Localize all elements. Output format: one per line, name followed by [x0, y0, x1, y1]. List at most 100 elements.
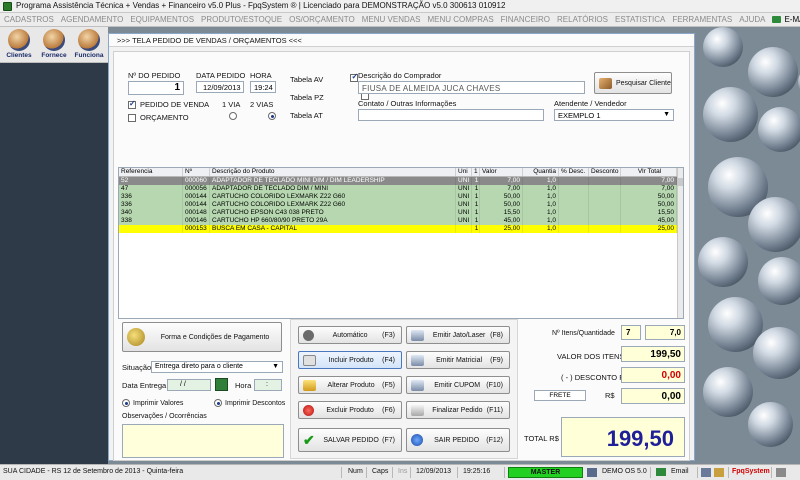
search-client-button[interactable]: Pesquisar Cliente [594, 72, 672, 94]
table-row[interactable]: 340 000148 CARTUCHO EPSON C43 038 PRETO UNI… [119, 209, 677, 217]
automatic-button[interactable]: Automático (F3) [298, 326, 402, 344]
edit-product-key: (F5) [382, 381, 395, 389]
table-cell: 000056 [183, 185, 210, 193]
supplier-icon [43, 29, 65, 51]
menu-ajuda[interactable]: AJUDA [739, 15, 765, 24]
print-laser-button[interactable]: Emitir Jato/Laser (F8) [406, 326, 510, 344]
col-perc-desc[interactable]: % Desc. [559, 168, 589, 176]
contact-label: Contato / Outras Informações [358, 99, 457, 108]
print-discounts-option[interactable]: Imprimir Descontos [214, 399, 285, 407]
menu-email[interactable]: E-MAIL [772, 15, 800, 24]
discount-field[interactable]: 0,00 [621, 367, 685, 383]
col-numero[interactable]: Nº [183, 168, 210, 176]
finish-order-button[interactable]: Finalizar Pedido (F11) [406, 401, 510, 419]
table-cell [589, 209, 621, 217]
menu-os-orcamento[interactable]: OS/ORÇAMENTO [289, 15, 355, 24]
exit-order-button[interactable]: SAIR PEDIDO (F12) [406, 428, 510, 452]
col-valor[interactable]: Valor [480, 168, 523, 176]
menu-financeiro[interactable]: FINANCEIRO [501, 15, 550, 24]
sales-order-label: PEDIDO DE VENDA [140, 100, 210, 109]
table-row[interactable]: 336 000144 CARTUCHO COLORIDO LEXMARK Z22 G… [119, 201, 677, 209]
automatic-icon [303, 329, 314, 341]
payment-conditions-button[interactable]: Forma e Condições de Pagamento [122, 322, 282, 352]
table-cell: 000153 [183, 225, 210, 233]
status-email[interactable]: Email [668, 467, 698, 478]
menu-cadastros[interactable]: CADASTROS [4, 15, 54, 24]
order-number-field[interactable]: 1 [128, 81, 184, 95]
col-vlr-total[interactable]: Vlr Total [621, 168, 677, 176]
grid-scrollbar[interactable] [677, 168, 683, 318]
printer-icon [411, 354, 424, 366]
freight-field[interactable]: 0,00 [621, 388, 685, 404]
table-row[interactable]: 47 000056 ADAPTADOR DE TECLADO DIM / MINI U… [119, 185, 677, 193]
email-icon[interactable] [656, 468, 666, 476]
table-cell: ADAPTADOR DE TECLADO DIM / MINI [210, 185, 456, 193]
payment-conditions-label: Forma e Condições de Pagamento [160, 333, 270, 341]
delete-product-key: (F6) [382, 406, 395, 414]
buyer-field[interactable]: FIUSA DE ALMEIDA JUCA CHAVES [358, 81, 585, 94]
situation-select[interactable]: Entrega direto para o cliente ▼ [151, 361, 283, 373]
save-order-key: (F7) [382, 436, 395, 444]
delete-product-button[interactable]: Excluir Produto (F6) [298, 401, 402, 419]
order-date-field[interactable]: 12/09/2013 [196, 81, 244, 93]
table-cell: 000146 [183, 217, 210, 225]
menu-relatorios[interactable]: RELATÓRIOS [557, 15, 608, 24]
col-quantia[interactable]: Quantia [523, 168, 559, 176]
menu-agendamento[interactable]: AGENDAMENTO [61, 15, 124, 24]
table-cell: CARTUCHO HP 660/80/90 PRETO 29A [210, 217, 456, 225]
order-time-field[interactable]: 19:24 [250, 81, 276, 93]
menu-vendas[interactable]: MENU VENDAS [362, 15, 421, 24]
print-values-radio[interactable] [122, 399, 130, 407]
tools-icon[interactable] [714, 468, 724, 477]
menu-compras[interactable]: MENU COMPRAS [427, 15, 493, 24]
salesperson-select[interactable]: EXEMPLO 1 ▼ [554, 109, 674, 121]
col-unidade[interactable]: Uni [456, 168, 472, 176]
col-referencia[interactable]: Referencia [119, 168, 183, 176]
print-values-option[interactable]: Imprimir Valores [122, 399, 183, 407]
col-1[interactable]: 1 [472, 168, 480, 176]
table-cell [559, 201, 589, 209]
sales-order-checkbox[interactable] [128, 99, 136, 109]
table-cell: CARTUCHO COLORIDO LEXMARK Z22 G60 [210, 193, 456, 201]
table-row[interactable]: 336 000144 CARTUCHO COLORIDO LEXMARK Z22 G… [119, 193, 677, 201]
table-row[interactable]: 52 000060 ADAPTADOR DE TECLADO MINI DIM / … [119, 177, 677, 185]
add-product-label: Incluir Produto [328, 356, 374, 364]
print-discounts-label: Imprimir Descontos [225, 399, 286, 407]
col-descricao[interactable]: Descrição do Produto [210, 168, 456, 176]
quote-checkbox[interactable] [128, 113, 136, 122]
table-cell [589, 193, 621, 201]
product-grid[interactable]: Referencia Nº Descrição do Produto Uni 1… [118, 167, 684, 319]
menu-estatistica[interactable]: ESTATISTICA [615, 15, 665, 24]
add-product-button[interactable]: Incluir Produto (F4) [298, 351, 402, 369]
delivery-date-field[interactable]: / / [167, 379, 211, 391]
table-cell: 15,50 [480, 209, 523, 217]
print-matrix-button[interactable]: Emitir Matricial (F9) [406, 351, 510, 369]
toolbar-fornecedores-button[interactable]: Fornece [37, 29, 71, 62]
delivery-time-field[interactable]: : [254, 379, 282, 391]
menu-equipamentos[interactable]: EQUIPAMENTOS [130, 15, 194, 24]
two-copies-radio[interactable] [268, 112, 277, 120]
notes-field[interactable] [122, 424, 284, 458]
quote-option[interactable]: ORÇAMENTO [128, 113, 189, 122]
print-discounts-radio[interactable] [214, 399, 222, 407]
col-desconto[interactable]: Desconto [589, 168, 621, 176]
contact-field[interactable] [358, 109, 544, 121]
printer-icon[interactable] [701, 468, 711, 477]
grid-scroll-thumb[interactable] [678, 178, 683, 186]
edit-product-button[interactable]: Alterar Produto (F5) [298, 376, 402, 394]
save-order-button[interactable]: ✔ SALVAR PEDIDO (F7) [298, 428, 402, 452]
print-receipt-button[interactable]: Emitir CUPOM (F10) [406, 376, 510, 394]
print-matrix-key: (F9) [490, 356, 503, 364]
freight-currency: R$ [605, 391, 615, 400]
one-copy-radio[interactable] [229, 112, 237, 120]
toolbar-clientes-button[interactable]: Clientes [2, 29, 36, 62]
calendar-icon[interactable] [215, 378, 228, 391]
exit-arrow-icon [411, 434, 423, 446]
table-row[interactable]: 338 000146 CARTUCHO HP 660/80/90 PRETO 29A… [119, 217, 677, 225]
table-row[interactable]: 000153 BUSCA EM CASA - CAPITAL 1 25,00 1,0 25… [119, 225, 677, 233]
menu-produto-estoque[interactable]: PRODUTO/ESTOQUE [201, 15, 282, 24]
status-city-date: SUA CIDADE - RS 12 de Setembro de 2013 -… [0, 467, 342, 478]
toolbar-funcionarios-button[interactable]: Funciona [72, 29, 106, 62]
menu-ferramentas[interactable]: FERRAMENTAS [672, 15, 732, 24]
sales-order-option[interactable]: PEDIDO DE VENDA [128, 99, 210, 109]
